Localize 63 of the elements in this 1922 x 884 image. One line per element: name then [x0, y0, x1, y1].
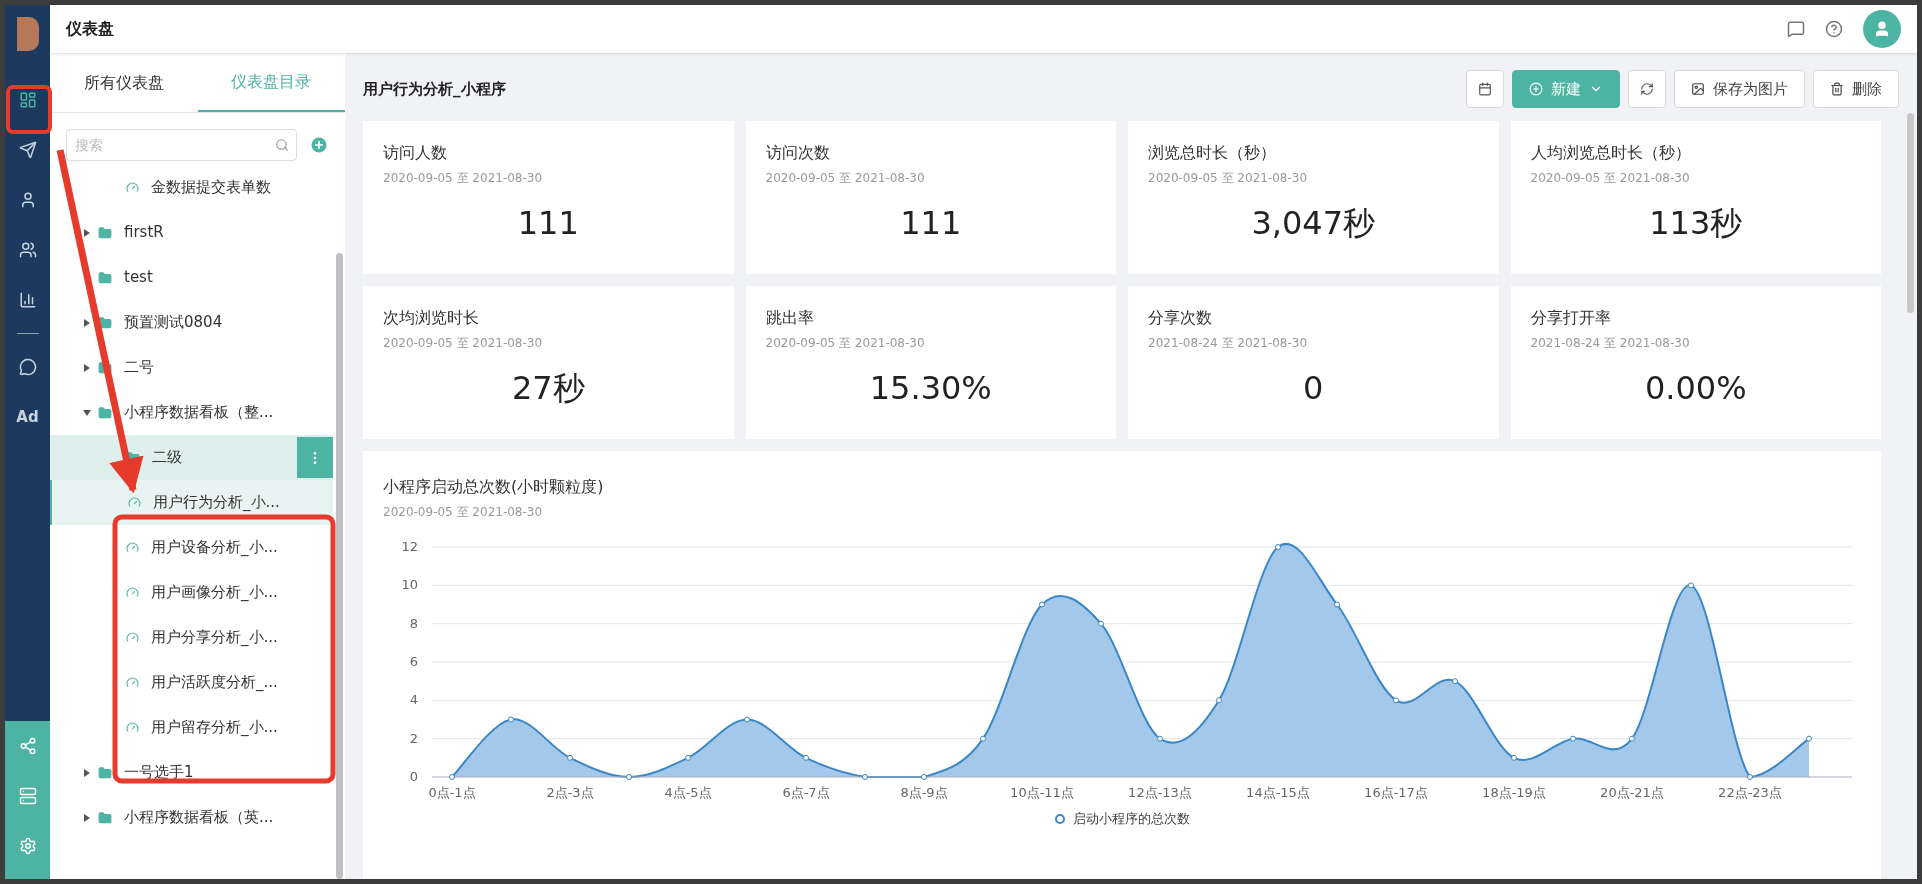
x-tick-label: 6点-7点	[782, 785, 830, 800]
x-tick-label: 20点-21点	[1600, 785, 1664, 800]
metric-value: 15.30%	[869, 368, 992, 409]
x-tick-label: 22点-23点	[1718, 785, 1782, 800]
x-tick-label: 0点-1点	[428, 785, 476, 800]
date-range: 2021-08-24 至 2021-08-30	[1148, 335, 1309, 352]
y-tick-label: 6	[409, 654, 418, 669]
y-tick-label: 2	[409, 730, 418, 746]
y-tick-label: 10	[401, 577, 418, 593]
date-range: 2020-09-05 至 2021-08-30	[765, 335, 926, 352]
tree-label: test	[124, 267, 153, 289]
date-range: 2020-09-05 至 2021-08-30	[383, 335, 544, 352]
x-tick-label: 8点-9点	[900, 785, 948, 800]
y-tick-label: 0	[409, 769, 418, 784]
metric-title: 人均浏览总时长（秒）	[1530, 142, 1692, 164]
y-tick-label: 4	[409, 692, 418, 708]
tree-label: firstR	[124, 222, 164, 244]
metric-title: 跳出率	[765, 307, 815, 329]
tree-label: 用户设备分析_小...	[151, 537, 278, 559]
date-range: 2020-09-05 至 2021-08-30	[765, 170, 926, 187]
tree-label: 用户活跃度分析_...	[151, 672, 278, 694]
date-range: 2021-08-24 至 2021-08-30	[1530, 335, 1691, 352]
tree-label: 用户画像分析_小...	[151, 582, 278, 604]
x-tick-label: 12点-13点	[1128, 785, 1192, 800]
x-tick-label: 18点-19点	[1482, 785, 1546, 800]
x-tick-label: 14点-15点	[1246, 785, 1310, 800]
legend-label: 启动小程序的总次数	[1072, 810, 1190, 828]
metric-value: 111	[517, 203, 579, 244]
tree-label: 二号	[124, 357, 154, 379]
metric-value: 0.00%	[1644, 368, 1747, 409]
tree-label: 用户留存分析_小...	[151, 717, 278, 739]
tree-label: 二级	[152, 447, 182, 469]
metric-value: 111	[900, 203, 962, 244]
y-tick-label: 8	[409, 615, 418, 631]
metric-value: 3,047秒	[1251, 203, 1376, 244]
tree-label: 预置测试0804	[124, 312, 223, 334]
metric-title: 访问人数	[383, 142, 448, 164]
tree-label: 用户行为分析_小...	[153, 492, 280, 514]
metric-title: 分享次数	[1148, 307, 1213, 329]
tree-label: 金数据提交表单数	[151, 177, 271, 199]
x-tick-label: 2点-3点	[546, 785, 594, 800]
page-title: 仪表盘	[66, 18, 114, 40]
date-range: 2020-09-05 至 2021-08-30	[1148, 170, 1309, 187]
metric-title: 访问次数	[765, 142, 831, 164]
x-tick-label: 16点-17点	[1364, 785, 1428, 800]
x-tick-label: 4点-5点	[664, 785, 712, 800]
y-tick-label: 12	[401, 539, 418, 554]
tree-label: 用户分享分析_小...	[151, 627, 278, 649]
x-tick-label: 10点-11点	[1010, 785, 1074, 800]
date-range: 2020-09-05 至 2021-08-30	[383, 504, 544, 521]
metric-value: 113秒	[1649, 203, 1743, 244]
dashboard-title: 用户行为分析_小程序	[363, 78, 506, 100]
metric-title: 次均浏览时长	[383, 307, 480, 329]
date-range: 2020-09-05 至 2021-08-30	[1530, 170, 1691, 187]
metric-value: 27秒	[511, 368, 585, 409]
chart-title: 小程序启动总次数(小时颗粒度)	[383, 476, 605, 498]
tree-label: 小程序数据看板（英...	[124, 807, 274, 829]
metric-title: 分享打开率	[1530, 307, 1612, 329]
tree-label: 一号选手1	[124, 762, 194, 784]
metric-title: 浏览总时长（秒）	[1148, 142, 1277, 164]
date-range: 2020-09-05 至 2021-08-30	[383, 170, 544, 187]
tree-label: 小程序数据看板（整...	[124, 402, 274, 424]
metric-value: 0	[1303, 368, 1324, 409]
